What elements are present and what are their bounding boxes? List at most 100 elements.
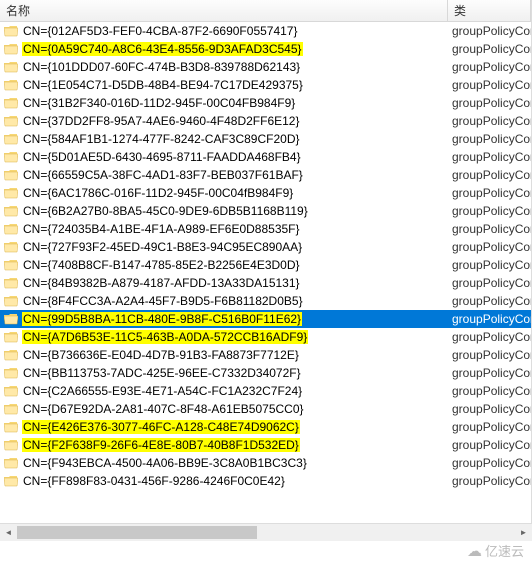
table-row[interactable]: CN={6B2A27B0-8BA5-45C0-9DE9-6DB5B1168B11… <box>0 202 531 220</box>
name-cell[interactable]: CN={F2F638F9-26F6-4E8E-80B7-40B8F1D532ED… <box>0 436 448 454</box>
table-row[interactable]: CN={F2F638F9-26F6-4E8E-80B7-40B8F1D532ED… <box>0 436 531 454</box>
table-row[interactable]: CN={012AF5D3-FEF0-4CBA-87F2-6690F0557417… <box>0 22 531 40</box>
name-cell[interactable]: CN={37DD2FF8-95A7-4AE6-9460-4F48D2FF6E12… <box>0 112 448 130</box>
name-cell[interactable]: CN={012AF5D3-FEF0-4CBA-87F2-6690F0557417… <box>0 22 448 40</box>
folder-icon <box>4 61 18 73</box>
table-row[interactable]: CN={A7D6B53E-11C5-463B-A0DA-572CCB16ADF9… <box>0 328 531 346</box>
table-row[interactable]: CN={8F4FCC3A-A2A4-45F7-B9D5-F6B81182D0B5… <box>0 292 531 310</box>
type-cell: groupPolicyContaine <box>448 58 531 76</box>
name-cell[interactable]: CN={8F4FCC3A-A2A4-45F7-B9D5-F6B81182D0B5… <box>0 292 448 310</box>
table-row[interactable]: CN={B736636E-E04D-4D7B-91B3-FA8873F7712E… <box>0 346 531 364</box>
horizontal-scrollbar[interactable]: ◄ ► <box>0 523 532 540</box>
name-cell[interactable]: CN={724035B4-A1BE-4F1A-A989-EF6E0D88535F… <box>0 220 448 238</box>
table-row[interactable]: CN={66559C5A-38FC-4AD1-83F7-BEB037F61BAF… <box>0 166 531 184</box>
name-cell[interactable]: CN={99D5B8BA-11CB-480E-9B8F-C516B0F11E62… <box>0 310 448 328</box>
table-row[interactable]: CN={584AF1B1-1274-477F-8242-CAF3C89CF20D… <box>0 130 531 148</box>
table-row[interactable]: CN={37DD2FF8-95A7-4AE6-9460-4F48D2FF6E12… <box>0 112 531 130</box>
table-row[interactable]: CN={BB113753-7ADC-425E-96EE-C7332D34072F… <box>0 364 531 382</box>
type-cell: groupPolicyContaine <box>448 184 531 202</box>
column-header-name[interactable]: 名称 <box>0 0 448 21</box>
name-cell[interactable]: CN={727F93F2-45ED-49C1-B8E3-94C95EC890AA… <box>0 238 448 256</box>
row-label: CN={37DD2FF8-95A7-4AE6-9460-4F48D2FF6E12… <box>22 114 300 128</box>
name-cell[interactable]: CN={6B2A27B0-8BA5-45C0-9DE9-6DB5B1168B11… <box>0 202 448 220</box>
table-row[interactable]: CN={1E054C71-D5DB-48B4-BE94-7C17DE429375… <box>0 76 531 94</box>
type-cell: groupPolicyContaine <box>448 472 531 490</box>
name-cell[interactable]: CN={BB113753-7ADC-425E-96EE-C7332D34072F… <box>0 364 448 382</box>
folder-icon <box>4 115 18 127</box>
folder-icon <box>4 169 18 181</box>
scroll-left-button[interactable]: ◄ <box>0 524 17 541</box>
cloud-icon: ☁ <box>467 542 482 560</box>
type-cell: groupPolicyContaine <box>448 346 531 364</box>
folder-icon <box>4 295 18 307</box>
name-cell[interactable]: CN={E426E376-3077-46FC-A128-C48E74D9062C… <box>0 418 448 436</box>
column-header-type[interactable]: 类 <box>448 0 531 21</box>
type-cell: groupPolicyContaine <box>448 130 531 148</box>
row-label: CN={6B2A27B0-8BA5-45C0-9DE9-6DB5B1168B11… <box>22 204 309 218</box>
folder-icon <box>4 349 18 361</box>
table-row[interactable]: CN={7408B8CF-B147-4785-85E2-B2256E4E3D0D… <box>0 256 531 274</box>
folder-icon <box>4 205 18 217</box>
name-cell[interactable]: CN={84B9382B-A879-4187-AFDD-13A33DA15131… <box>0 274 448 292</box>
name-cell[interactable]: CN={0A59C740-A8C6-43E4-8556-9D3AFAD3C545… <box>0 40 448 58</box>
row-label: CN={F943EBCA-4500-4A06-BB9E-3C8A0B1BC3C3… <box>22 456 308 470</box>
name-cell[interactable]: CN={B736636E-E04D-4D7B-91B3-FA8873F7712E… <box>0 346 448 364</box>
row-label: CN={012AF5D3-FEF0-4CBA-87F2-6690F0557417… <box>22 24 299 38</box>
table-row[interactable]: CN={0A59C740-A8C6-43E4-8556-9D3AFAD3C545… <box>0 40 531 58</box>
name-cell[interactable]: CN={A7D6B53E-11C5-463B-A0DA-572CCB16ADF9… <box>0 328 448 346</box>
type-cell: groupPolicyContaine <box>448 400 531 418</box>
name-cell[interactable]: CN={C2A66555-E93E-4E71-A54C-FC1A232C7F24… <box>0 382 448 400</box>
row-label: CN={7408B8CF-B147-4785-85E2-B2256E4E3D0D… <box>22 258 301 272</box>
row-label: CN={0A59C740-A8C6-43E4-8556-9D3AFAD3C545… <box>22 42 303 56</box>
name-cell[interactable]: CN={5D01AE5D-6430-4695-8711-FAADDA468FB4… <box>0 148 448 166</box>
table-row[interactable]: CN={C2A66555-E93E-4E71-A54C-FC1A232C7F24… <box>0 382 531 400</box>
row-label: CN={8F4FCC3A-A2A4-45F7-B9D5-F6B81182D0B5… <box>22 294 304 308</box>
table-row[interactable]: CN={31B2F340-016D-11D2-945F-00C04FB984F9… <box>0 94 531 112</box>
scroll-right-button[interactable]: ► <box>515 524 532 541</box>
table-row[interactable]: CN={101DDD07-60FC-474B-B3D8-839788D62143… <box>0 58 531 76</box>
row-label: CN={84B9382B-A879-4187-AFDD-13A33DA15131… <box>22 276 301 290</box>
folder-icon <box>4 151 18 163</box>
list-view[interactable]: 名称 类 CN={012AF5D3-FEF0-4CBA-87F2-6690F05… <box>0 0 532 540</box>
folder-icon <box>4 439 18 451</box>
row-label: CN={66559C5A-38FC-4AD1-83F7-BEB037F61BAF… <box>22 168 304 182</box>
type-cell: groupPolicyContaine <box>448 310 531 328</box>
folder-icon <box>4 187 18 199</box>
type-cell: groupPolicyContaine <box>448 94 531 112</box>
name-cell[interactable]: CN={F943EBCA-4500-4A06-BB9E-3C8A0B1BC3C3… <box>0 454 448 472</box>
name-cell[interactable]: CN={584AF1B1-1274-477F-8242-CAF3C89CF20D… <box>0 130 448 148</box>
type-cell: groupPolicyContaine <box>448 202 531 220</box>
name-cell[interactable]: CN={7408B8CF-B147-4785-85E2-B2256E4E3D0D… <box>0 256 448 274</box>
scroll-track[interactable] <box>17 524 515 541</box>
name-cell[interactable]: CN={101DDD07-60FC-474B-B3D8-839788D62143… <box>0 58 448 76</box>
table-row[interactable]: CN={E426E376-3077-46FC-A128-C48E74D9062C… <box>0 418 531 436</box>
table-row[interactable]: CN={84B9382B-A879-4187-AFDD-13A33DA15131… <box>0 274 531 292</box>
table-row[interactable]: CN={5D01AE5D-6430-4695-8711-FAADDA468FB4… <box>0 148 531 166</box>
scroll-thumb[interactable] <box>17 526 257 539</box>
folder-icon <box>4 457 18 469</box>
watermark-text: 亿速云 <box>485 541 524 560</box>
table-row[interactable]: CN={724035B4-A1BE-4F1A-A989-EF6E0D88535F… <box>0 220 531 238</box>
folder-icon <box>4 313 18 325</box>
name-cell[interactable]: CN={FF898F83-0431-456F-9286-4246F0C0E42} <box>0 472 448 490</box>
table-row[interactable]: CN={F943EBCA-4500-4A06-BB9E-3C8A0B1BC3C3… <box>0 454 531 472</box>
type-cell: groupPolicyContaine <box>448 238 531 256</box>
folder-icon <box>4 97 18 109</box>
type-cell: groupPolicyContaine <box>448 436 531 454</box>
name-cell[interactable]: CN={D67E92DA-2A81-407C-8F48-A61EB5075CC0… <box>0 400 448 418</box>
name-cell[interactable]: CN={31B2F340-016D-11D2-945F-00C04FB984F9… <box>0 94 448 112</box>
name-cell[interactable]: CN={66559C5A-38FC-4AD1-83F7-BEB037F61BAF… <box>0 166 448 184</box>
row-label: CN={C2A66555-E93E-4E71-A54C-FC1A232C7F24… <box>22 384 303 398</box>
table-row[interactable]: CN={727F93F2-45ED-49C1-B8E3-94C95EC890AA… <box>0 238 531 256</box>
table-row[interactable]: CN={D67E92DA-2A81-407C-8F48-A61EB5075CC0… <box>0 400 531 418</box>
folder-icon <box>4 403 18 415</box>
folder-icon <box>4 43 18 55</box>
folder-icon <box>4 277 18 289</box>
table-row[interactable]: CN={6AC1786C-016F-11D2-945F-00C04fB984F9… <box>0 184 531 202</box>
table-row[interactable]: CN={FF898F83-0431-456F-9286-4246F0C0E42}… <box>0 472 531 490</box>
table-row[interactable]: CN={99D5B8BA-11CB-480E-9B8F-C516B0F11E62… <box>0 310 531 328</box>
name-cell[interactable]: CN={1E054C71-D5DB-48B4-BE94-7C17DE429375… <box>0 76 448 94</box>
row-label: CN={1E054C71-D5DB-48B4-BE94-7C17DE429375… <box>22 78 304 92</box>
row-label: CN={5D01AE5D-6430-4695-8711-FAADDA468FB4… <box>22 150 302 164</box>
name-cell[interactable]: CN={6AC1786C-016F-11D2-945F-00C04fB984F9… <box>0 184 448 202</box>
